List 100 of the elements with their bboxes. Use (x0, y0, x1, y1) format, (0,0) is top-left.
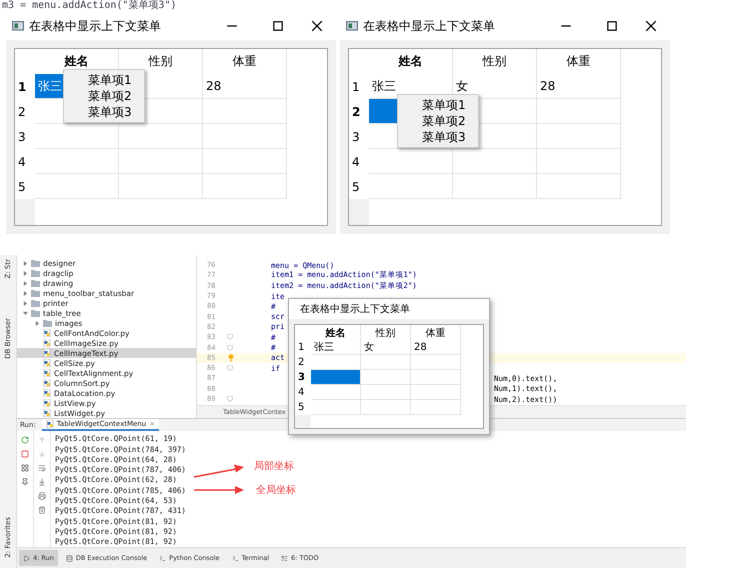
window-title: 在表格中显示上下文菜单 (363, 18, 496, 34)
header-filler (349, 199, 369, 225)
python-file-icon (43, 349, 51, 357)
lightbulb-icon[interactable] (227, 354, 235, 362)
fold-marker-icon[interactable] (227, 334, 233, 340)
database-icon (66, 554, 73, 562)
maximize-icon[interactable] (272, 20, 284, 32)
arrow (194, 464, 244, 478)
row-header[interactable]: 2 (295, 355, 311, 370)
checklist-icon (281, 554, 288, 562)
scroll-end-icon[interactable] (38, 478, 46, 486)
code-snippet: m3 = menu.addAction("菜单项3") (1, 0, 178, 12)
row-header[interactable]: 4 (349, 149, 369, 174)
table-cell[interactable] (537, 149, 621, 174)
menu-item[interactable]: 菜单项1 (398, 97, 478, 113)
table-cell[interactable] (361, 355, 411, 370)
arrow-down-icon[interactable] (38, 450, 46, 458)
table-cell[interactable] (35, 149, 119, 174)
table-cell[interactable] (203, 174, 287, 199)
table-cell[interactable]: 张三 (311, 340, 361, 355)
annotation-label: 全局坐标 (256, 484, 296, 497)
table-cell[interactable] (361, 370, 411, 385)
layout-icon[interactable] (21, 464, 29, 472)
play-icon (23, 554, 30, 562)
annotation-label: 局部坐标 (254, 460, 294, 473)
table-cell[interactable]: 28 (537, 74, 621, 99)
table-cell[interactable] (119, 124, 203, 149)
table-cell[interactable] (369, 149, 453, 174)
wrap-icon[interactable] (38, 464, 46, 472)
row-header[interactable]: 4 (295, 385, 311, 400)
window-title: 在表格中显示上下文菜单 (300, 302, 410, 316)
table-cell[interactable]: 28 (203, 74, 287, 99)
row-header[interactable]: 2 (15, 99, 35, 124)
table-cell[interactable] (203, 99, 287, 124)
row-header[interactable]: 3 (349, 124, 369, 149)
menu-item[interactable]: 菜单项2 (398, 113, 478, 129)
print-icon[interactable] (38, 492, 46, 500)
window-title: 在表格中显示上下文菜单 (29, 18, 162, 34)
row-header[interactable]: 1 (15, 74, 35, 99)
menu-item[interactable]: 菜单项2 (64, 88, 144, 104)
table-cell[interactable] (203, 124, 287, 149)
table-cell[interactable] (453, 149, 537, 174)
row-header[interactable]: 4 (15, 149, 35, 174)
table-cell[interactable] (537, 124, 621, 149)
fold-marker-icon[interactable] (227, 365, 233, 372)
arrow-up-icon[interactable] (38, 436, 46, 444)
maximize-icon[interactable] (606, 20, 618, 32)
row-header[interactable]: 1 (349, 74, 369, 99)
arrow (194, 486, 244, 494)
menu-item[interactable]: 菜单项1 (64, 72, 144, 88)
python-file-icon (43, 369, 51, 377)
menu-item[interactable]: 菜单项3 (64, 104, 144, 120)
row-header[interactable]: 5 (349, 174, 369, 199)
trash-icon[interactable] (38, 506, 46, 514)
close-icon[interactable] (644, 20, 657, 32)
terminal-icon (159, 554, 166, 562)
python-file-icon (43, 409, 51, 417)
table-cell[interactable] (35, 174, 119, 199)
table-cell[interactable] (411, 400, 461, 415)
table-cell[interactable]: 28 (411, 340, 461, 355)
table-cell[interactable] (119, 174, 203, 199)
table-cell[interactable] (35, 124, 119, 149)
table-cell[interactable] (311, 385, 361, 400)
table-cell[interactable] (311, 400, 361, 415)
row-header[interactable]: 2 (349, 99, 369, 124)
python-file-icon (43, 389, 51, 397)
table-cell[interactable] (453, 174, 537, 199)
window-app-icon (346, 21, 358, 31)
caret-icon[interactable] (35, 320, 40, 326)
row-header[interactable]: 1 (295, 340, 311, 355)
menu-item[interactable]: 菜单项3 (398, 129, 478, 145)
table-cell[interactable] (537, 99, 621, 124)
table-cell[interactable] (203, 149, 287, 174)
stop-icon[interactable] (21, 450, 29, 458)
table-cell[interactable] (411, 370, 461, 385)
window-app-icon (12, 21, 24, 31)
table-cell[interactable]: 女 (361, 340, 411, 355)
table-cell[interactable] (361, 400, 411, 415)
table-cell[interactable] (119, 149, 203, 174)
pin-icon[interactable] (21, 478, 29, 486)
table-cell[interactable] (411, 385, 461, 400)
table-cell[interactable] (537, 174, 621, 199)
table-cell[interactable] (411, 355, 461, 370)
row-header[interactable]: 3 (295, 370, 311, 385)
fold-marker-icon[interactable] (227, 396, 233, 402)
terminal-icon (232, 554, 239, 562)
row-header[interactable]: 5 (295, 400, 311, 415)
table-cell[interactable] (361, 385, 411, 400)
header-filler (295, 415, 311, 428)
row-header[interactable]: 5 (15, 174, 35, 199)
table-cell[interactable]: 女 (453, 74, 537, 99)
table-cell[interactable] (369, 174, 453, 199)
fold-marker-icon[interactable] (227, 344, 233, 351)
table-cell[interactable] (311, 355, 361, 370)
table-cell[interactable] (311, 370, 361, 385)
close-icon[interactable] (310, 20, 323, 32)
rerun-icon[interactable] (21, 436, 29, 444)
row-header[interactable]: 3 (15, 124, 35, 149)
header-filler (15, 199, 35, 225)
python-file-icon (43, 339, 51, 347)
